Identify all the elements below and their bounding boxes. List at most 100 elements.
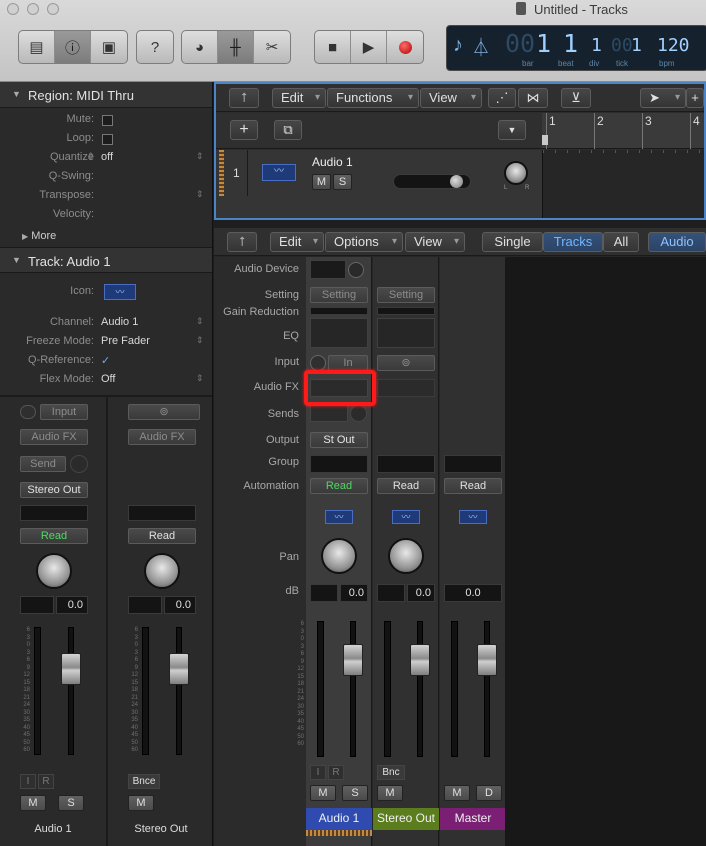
setting-button[interactable]: Setting	[377, 287, 435, 303]
audio-fx-slot[interactable]: Audio FX	[20, 429, 88, 445]
group-slot[interactable]	[444, 455, 502, 473]
input-slot[interactable]: ⊚	[128, 404, 200, 420]
more-disclosure[interactable]: ▶ More	[22, 230, 56, 242]
send-slot[interactable]: Send	[20, 456, 66, 472]
param-value[interactable]: ✓	[101, 354, 110, 367]
pan-knob[interactable]	[36, 553, 72, 589]
tracks-functions-menu[interactable]: Functions ▾	[327, 88, 419, 108]
device-settings-icon[interactable]	[348, 262, 364, 278]
send-slot[interactable]	[310, 405, 348, 422]
waveform-icon[interactable]: 〰	[104, 284, 136, 300]
record-input-button[interactable]: Bnce	[128, 774, 160, 789]
mixer-options-menu[interactable]: Options ▾	[325, 232, 403, 252]
record-input-button[interactable]: I	[310, 765, 326, 780]
close-button[interactable]	[7, 3, 19, 15]
catch-filter-icon[interactable]: ⊻	[561, 88, 591, 108]
region-param-row[interactable]: Velocity:	[0, 208, 212, 227]
param-value[interactable]: Off	[101, 373, 115, 385]
pan-knob[interactable]	[388, 538, 424, 574]
solo-button[interactable]: D	[476, 785, 502, 801]
global-tracks-icon[interactable]: ▼	[498, 120, 526, 140]
smart-controls-icon[interactable]: ◕	[182, 31, 218, 63]
output-slot[interactable]: St Out	[310, 432, 368, 448]
automation-mode-button[interactable]: Read	[20, 528, 88, 544]
automation-mode-button[interactable]: Read	[444, 478, 502, 494]
tracks-edit-menu[interactable]: Edit ▾	[272, 88, 326, 108]
audio-fx-slot[interactable]	[377, 379, 435, 397]
volume-slider-knob[interactable]	[450, 175, 463, 188]
output-slot[interactable]: Stereo Out	[20, 482, 88, 498]
volume-fader[interactable]	[477, 644, 497, 676]
region-param-row[interactable]: Quantize off ⇕ ⇕	[0, 151, 212, 170]
record-input-button[interactable]: Bnc	[377, 765, 405, 780]
catch-up-icon[interactable]: ⭡	[227, 232, 257, 252]
track-volume-slider[interactable]	[393, 174, 471, 189]
flex-icon[interactable]: ⋈	[518, 88, 548, 108]
input-format-icon[interactable]	[310, 355, 326, 371]
record-input-button[interactable]: I	[20, 774, 36, 789]
mute-button[interactable]: M	[444, 785, 470, 801]
input-slot[interactable]: In	[328, 355, 368, 371]
all-view-button[interactable]: All	[603, 232, 639, 252]
eq-display[interactable]	[377, 318, 435, 348]
mixer-view-menu[interactable]: View ▾	[405, 232, 465, 252]
track-lane[interactable]	[542, 150, 705, 218]
eq-display[interactable]	[310, 318, 368, 348]
updown-arrows-icon[interactable]: ⇕	[196, 335, 204, 346]
library-icon[interactable]: ▤	[19, 31, 55, 63]
pan-knob[interactable]	[321, 538, 357, 574]
single-view-button[interactable]: Single	[482, 232, 543, 252]
mixer-channel-strip[interactable]: Setting ⊚ Read 〰 0.0 Bnc M Stereo Out	[373, 257, 439, 846]
region-param-row[interactable]: Q-Swing:	[0, 170, 212, 189]
play-icon[interactable]: ▶	[351, 31, 387, 63]
mute-button[interactable]: M	[128, 795, 154, 811]
record-enable-button[interactable]: R	[38, 774, 54, 789]
param-value[interactable]: off	[101, 151, 113, 163]
track-solo-button[interactable]: S	[333, 174, 352, 190]
track-param-row[interactable]: Icon: 〰	[0, 284, 212, 304]
param-checkbox[interactable]	[102, 115, 113, 126]
automation-mode-button[interactable]: Read	[310, 478, 368, 494]
mute-button[interactable]: M	[20, 795, 46, 811]
mute-button[interactable]: M	[377, 785, 403, 801]
mixer-channel-strip[interactable]: Setting In St Out Read 〰 0.0 6 3 0 3 6 9 12 15 18 21 24 3…	[297, 257, 372, 846]
channel-name[interactable]: Master	[440, 808, 506, 830]
track-name[interactable]: Audio 1	[312, 155, 353, 169]
group-slot[interactable]	[128, 505, 196, 521]
automation-mode-button[interactable]: Read	[128, 528, 196, 544]
region-param-row[interactable]: Transpose: ⇕	[0, 189, 212, 208]
updown-arrows-icon[interactable]: ⇕	[196, 316, 204, 327]
track-header[interactable]: ▼ Track: Audio 1	[0, 247, 212, 273]
record-enable-button[interactable]: R	[328, 765, 344, 780]
track-param-row[interactable]: Freeze Mode: Pre Fader ⇕	[0, 335, 212, 354]
pointer-tool-menu[interactable]: ➤ ▾	[640, 88, 686, 108]
setting-button[interactable]: Setting	[310, 287, 368, 303]
playhead-marker[interactable]	[542, 135, 548, 145]
pan-knob[interactable]	[144, 553, 180, 589]
region-param-row[interactable]: Mute:	[0, 113, 212, 132]
inspector-icon[interactable]: ⓘ	[55, 31, 91, 63]
stop-icon[interactable]: ■	[315, 31, 351, 63]
volume-fader[interactable]	[61, 653, 81, 685]
track-pan-knob[interactable]	[504, 161, 528, 185]
mute-button[interactable]: M	[310, 785, 336, 801]
region-header[interactable]: ▼ Region: MIDI Thru	[0, 82, 212, 108]
updown-arrows-icon[interactable]: ⇕	[196, 189, 204, 200]
track-param-row[interactable]: Channel: Audio 1 ⇕	[0, 316, 212, 335]
track-mute-button[interactable]: M	[312, 174, 331, 190]
track-row[interactable]: 1 〰 Audio 1 M S L R	[216, 150, 542, 218]
add-track-icon[interactable]: +	[230, 120, 258, 140]
region-param-row[interactable]: Loop:	[0, 132, 212, 151]
minimize-button[interactable]	[27, 3, 39, 15]
group-slot[interactable]	[20, 505, 88, 521]
tracks-view-menu[interactable]: View ▾	[420, 88, 482, 108]
param-checkbox[interactable]	[102, 134, 113, 145]
track-param-row[interactable]: Q-Reference: ✓	[0, 354, 212, 373]
volume-fader[interactable]	[169, 653, 189, 685]
editors-icon[interactable]: ✂	[254, 31, 290, 63]
duplicate-track-icon[interactable]: ⧉	[274, 120, 302, 140]
track-param-row[interactable]: Flex Mode: Off ⇕	[0, 373, 212, 392]
updown-arrows-icon[interactable]: ⇕	[87, 151, 95, 162]
param-value[interactable]: Pre Fader	[101, 335, 150, 347]
channel-name[interactable]: Stereo Out	[373, 808, 439, 830]
